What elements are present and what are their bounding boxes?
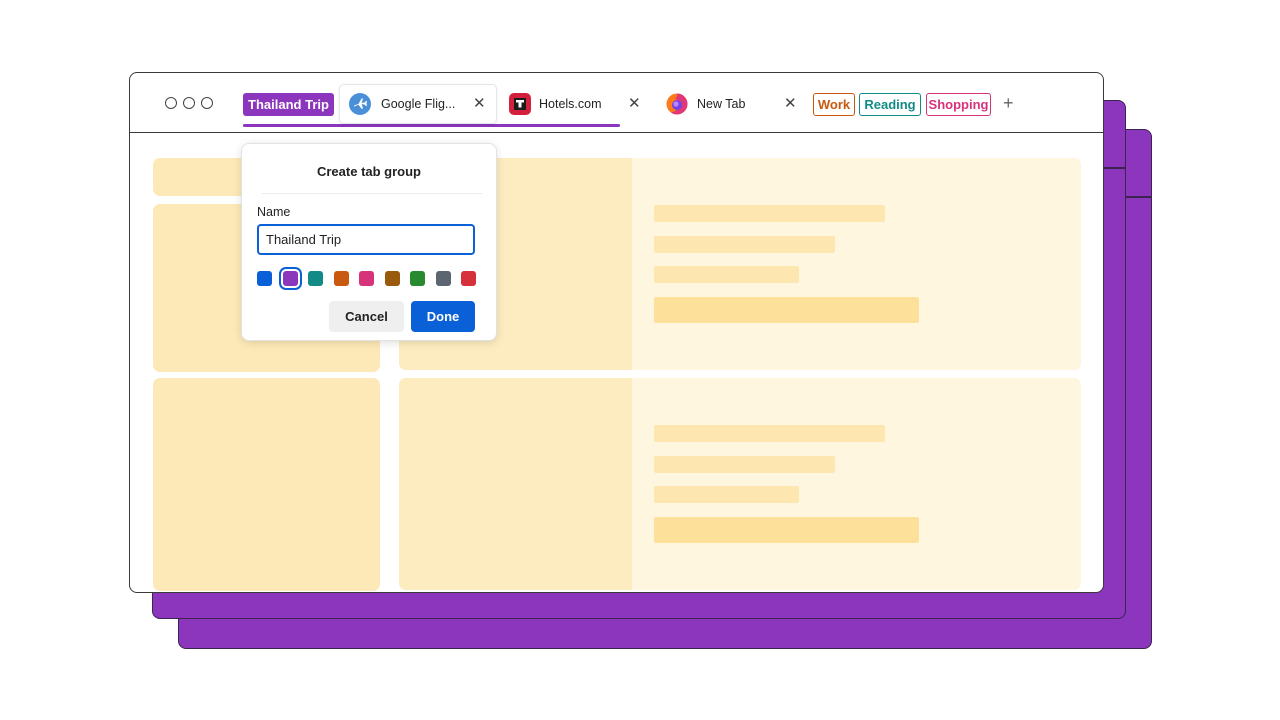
text-line <box>654 266 799 283</box>
tab-strip: Thailand Trip Google Flig... ✕ Hotels.co… <box>130 73 1103 133</box>
tab-google-flights[interactable]: Google Flig... ✕ <box>340 85 496 123</box>
button-placeholder <box>654 517 919 543</box>
text-line <box>654 236 835 253</box>
card-media <box>399 378 632 590</box>
window-minimize-button[interactable] <box>183 97 195 109</box>
dialog-title: Create tab group <box>316 164 421 179</box>
divider <box>262 193 482 194</box>
text-line <box>654 456 835 473</box>
text-line <box>654 205 885 222</box>
color-swatch[interactable] <box>257 271 272 286</box>
window-maximize-button[interactable] <box>201 97 213 109</box>
tab-title: New Tab <box>697 97 746 111</box>
button-placeholder <box>654 297 919 323</box>
new-tab-button[interactable]: + <box>1003 94 1014 112</box>
window-close-button[interactable] <box>165 97 177 109</box>
close-tab-icon[interactable]: ✕ <box>784 96 797 111</box>
done-button[interactable]: Done <box>411 301 475 332</box>
stage: Thailand Trip Google Flig... ✕ Hotels.co… <box>0 0 1280 720</box>
color-swatch[interactable] <box>282 271 298 286</box>
tab-group-underline <box>243 124 620 127</box>
color-swatch[interactable] <box>308 271 323 286</box>
color-swatch[interactable] <box>435 271 451 286</box>
close-tab-icon[interactable]: ✕ <box>628 96 641 111</box>
tab-group-shopping[interactable]: Shopping <box>926 93 991 116</box>
close-tab-icon[interactable]: ✕ <box>473 96 486 111</box>
text-line <box>654 486 799 503</box>
color-swatch[interactable] <box>333 271 349 286</box>
content-card <box>399 378 1081 590</box>
color-swatch[interactable] <box>410 271 425 286</box>
hotels-icon <box>509 93 531 115</box>
tab-group-work[interactable]: Work <box>813 93 855 116</box>
airplane-icon <box>349 93 371 115</box>
group-name-input[interactable] <box>257 224 475 255</box>
tab-title: Hotels.com <box>539 97 602 111</box>
content-card <box>399 158 1081 370</box>
tab-group-reading[interactable]: Reading <box>859 93 921 116</box>
tab-group-label-active[interactable]: Thailand Trip <box>243 93 334 116</box>
color-swatch[interactable] <box>461 271 476 286</box>
color-swatch[interactable] <box>384 271 400 286</box>
name-label: Name <box>257 205 291 219</box>
firefox-icon <box>666 93 688 115</box>
tab-new-tab[interactable]: New Tab ✕ <box>660 85 810 123</box>
placeholder-block <box>153 378 380 591</box>
cancel-button[interactable]: Cancel <box>329 301 404 332</box>
text-line <box>654 425 885 442</box>
tab-hotels[interactable]: Hotels.com ✕ <box>502 85 652 123</box>
tab-title: Google Flig... <box>381 97 456 111</box>
create-tab-group-dialog: Create tab group Name Cancel Done <box>242 144 496 340</box>
color-swatch[interactable] <box>359 271 374 286</box>
